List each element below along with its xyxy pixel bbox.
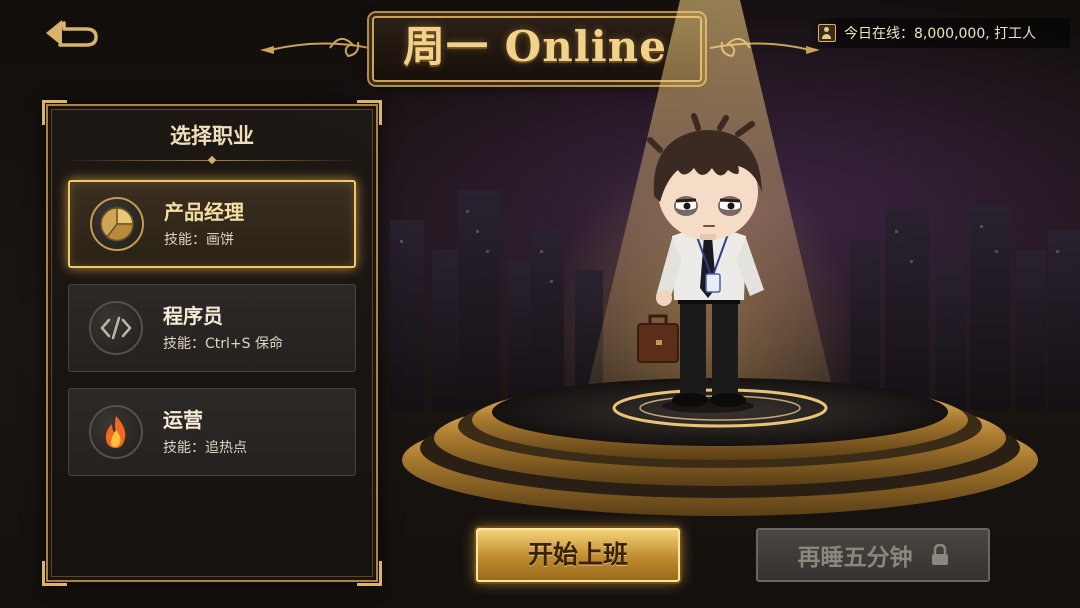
flame-icon (89, 405, 143, 459)
lock-icon (931, 544, 948, 565)
online-count: 今日在线：8,000,000, 打工人 (844, 26, 1037, 42)
back-arrow-icon[interactable] (40, 16, 102, 50)
corner-ornament (357, 561, 382, 586)
job-option-operations[interactable]: 运营 技能：追热点 (68, 388, 356, 476)
snooze-button[interactable]: 再睡五分钟 (756, 528, 990, 582)
pie-chart-icon (90, 197, 144, 251)
job-option-programmer[interactable]: 程序员 技能：Ctrl+S 保命 (68, 284, 356, 372)
job-name: 运营 (163, 408, 203, 432)
job-skill: 技能：画饼 (164, 232, 234, 248)
job-select-panel: 选择职业 产品经理 技能：画饼 程序员 技能：Ctrl+S 保命 运营 技能：追… (42, 100, 382, 586)
panel-divider (66, 160, 358, 161)
office-worker-character (637, 113, 764, 413)
start-work-button[interactable]: 开始上班 (476, 528, 680, 582)
snooze-label: 再睡五分钟 (797, 544, 913, 571)
panel-title: 选择职业 (170, 123, 254, 148)
corner-ornament (42, 561, 67, 586)
job-skill: 技能：追热点 (163, 440, 247, 456)
job-skill: 技能：Ctrl+S 保命 (163, 336, 283, 352)
job-name: 程序员 (163, 304, 223, 328)
job-option-product-manager[interactable]: 产品经理 技能：画饼 (68, 180, 356, 268)
job-name: 产品经理 (164, 200, 244, 224)
code-icon (89, 301, 143, 355)
